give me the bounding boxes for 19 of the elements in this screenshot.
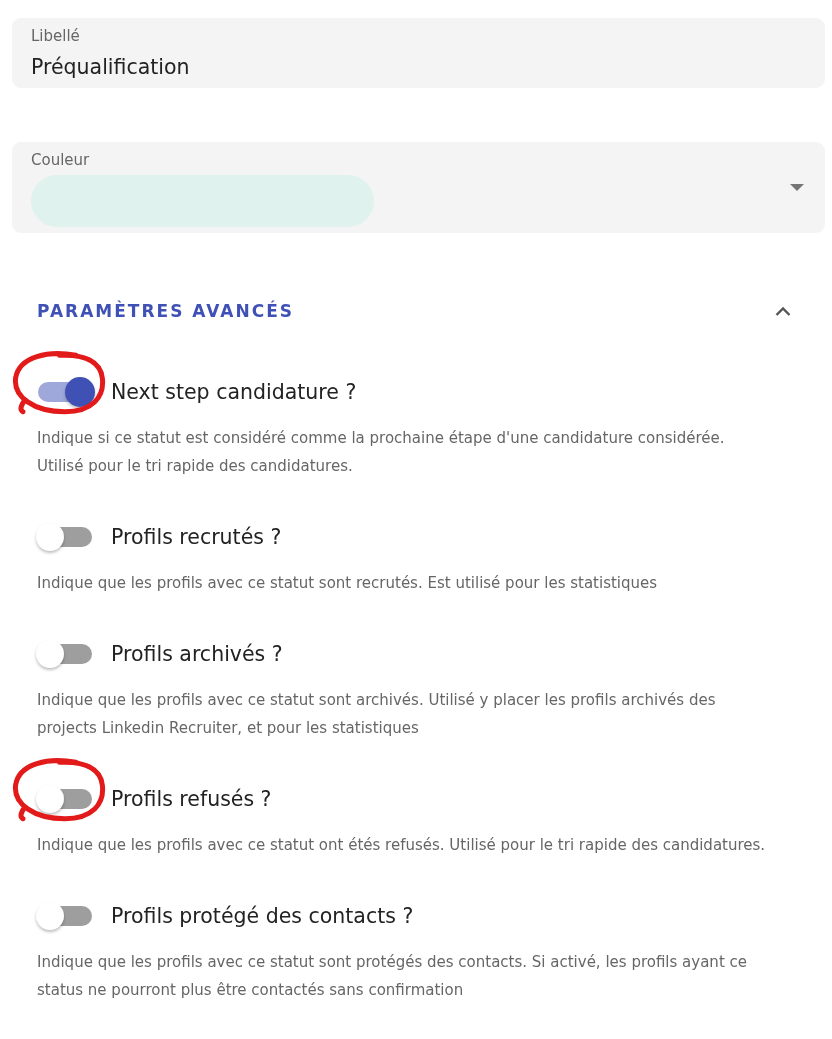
section-title: PARAMÈTRES AVANCÉS bbox=[37, 301, 295, 321]
setting-description: Indique que les profils avec ce statut sont recrutés. Est utilisé pour les statistiques bbox=[37, 573, 659, 594]
chevron-icon[interactable] bbox=[775, 306, 791, 316]
setting-label: Profils protégé des contacts ? bbox=[111, 904, 414, 928]
setting-label: Profils archivés ? bbox=[111, 642, 283, 666]
setting-description: Indique que les profils avec ce statut ont étés refusés. Utilisé pour le tri rapide des candidatures. bbox=[37, 835, 767, 856]
setting-description: Indique que les profils avec ce statut sont protégés des contacts. Si activé, les profils ayant ce status ne pourront plus être contactés sans confirmation bbox=[37, 952, 748, 1001]
setting-description: Indique que les profils avec ce statut sont archivés. Utilisé y placer les profils archivés des projects Linkedin Recruiter, et pour les statistiques bbox=[37, 690, 717, 739]
field-label: Couleur bbox=[31, 151, 90, 169]
text-field[interactable]: Libellé Préqualification bbox=[12, 18, 825, 88]
caret-down-icon[interactable] bbox=[790, 184, 804, 191]
setting-description: Indique si ce statut est considéré comme la prochaine étape d'une candidature considérée. Utilisé pour le tri rapide des candidatures. bbox=[37, 428, 726, 477]
setting-label: Profils recrutés ? bbox=[111, 525, 282, 549]
setting-label: Profils refusés ? bbox=[111, 787, 272, 811]
toggle-switch[interactable] bbox=[36, 377, 96, 407]
color-select[interactable]: Couleur bbox=[12, 142, 825, 233]
setting-label: Next step candidature ? bbox=[111, 380, 357, 404]
text-input[interactable]: Préqualification bbox=[31, 54, 211, 80]
field-label: Libellé bbox=[31, 27, 80, 45]
